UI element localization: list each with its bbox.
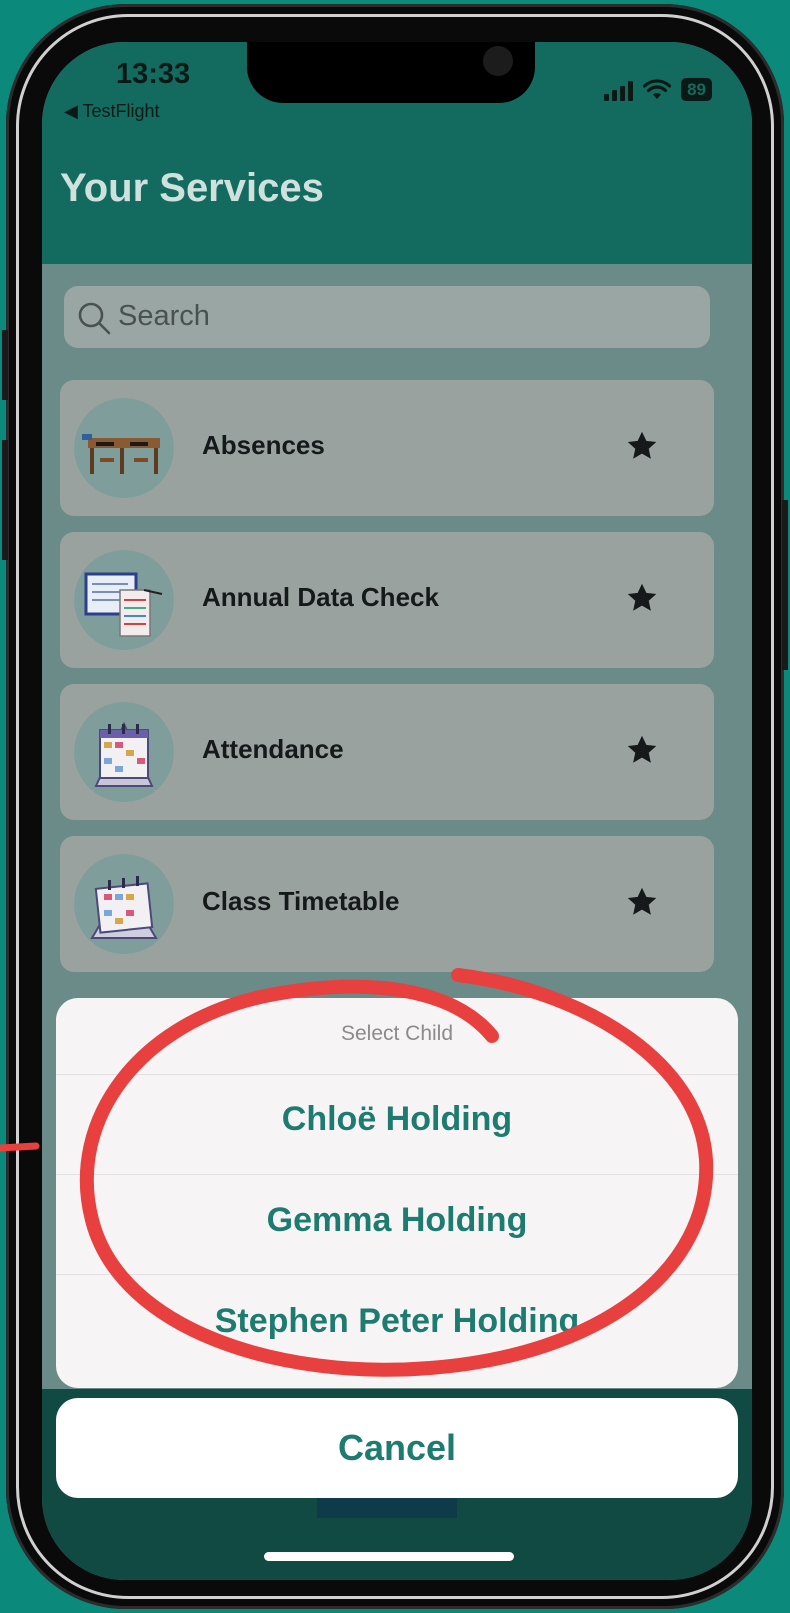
front-camera — [483, 46, 513, 76]
service-label: Attendance — [202, 734, 344, 764]
notch — [247, 42, 535, 103]
side-button-right — [782, 500, 788, 670]
favorite-star-icon[interactable] — [624, 884, 660, 920]
child-option-chloe[interactable]: Chloë Holding — [56, 1100, 738, 1139]
favorite-star-icon[interactable] — [624, 580, 660, 616]
favorite-star-icon[interactable] — [624, 428, 660, 464]
favorite-star-icon[interactable] — [624, 732, 660, 768]
service-card-class-timetable[interactable]: Class Timetable — [60, 836, 714, 972]
side-button-left — [2, 330, 8, 400]
service-label: Class Timetable — [202, 886, 400, 916]
service-card-attendance[interactable]: Attendance — [60, 684, 714, 820]
cancel-button[interactable]: Cancel — [56, 1398, 738, 1498]
search-icon — [78, 302, 111, 335]
side-button-left — [2, 440, 8, 560]
divider — [56, 1274, 738, 1275]
back-to-testflight-link[interactable]: ◀ TestFlight — [64, 101, 160, 122]
service-label: Absences — [202, 430, 325, 460]
service-card-absences[interactable]: Absences — [60, 380, 714, 516]
search-input[interactable]: Search — [64, 286, 710, 348]
status-icons: 89 — [604, 78, 712, 101]
bottom-tab-indicator — [317, 1498, 457, 1518]
divider — [56, 1174, 738, 1175]
child-option-stephen[interactable]: Stephen Peter Holding — [56, 1302, 738, 1341]
wifi-icon — [643, 79, 672, 99]
divider — [56, 1074, 738, 1075]
calendar-icon — [74, 702, 174, 802]
data-screen-icon — [74, 550, 174, 650]
battery-indicator: 89 — [681, 78, 712, 101]
service-label: Annual Data Check — [202, 582, 439, 612]
search-placeholder: Search — [118, 300, 210, 332]
action-sheet-title: Select Child — [340, 1022, 454, 1045]
cellular-signal-icon — [604, 81, 634, 101]
home-indicator[interactable] — [264, 1552, 514, 1561]
child-option-gemma[interactable]: Gemma Holding — [56, 1201, 738, 1240]
status-time: 13:33 — [116, 58, 191, 90]
select-child-action-sheet: Select Child Chloë Holding Gemma Holding… — [56, 998, 738, 1388]
timetable-icon — [74, 854, 174, 954]
phone-screen: 13:33 ◀ TestFlight 89 Your Services Sear… — [42, 42, 752, 1580]
page-title: Your Services — [60, 166, 324, 210]
service-card-annual-data-check[interactable]: Annual Data Check — [60, 532, 714, 668]
desks-icon — [74, 398, 174, 498]
